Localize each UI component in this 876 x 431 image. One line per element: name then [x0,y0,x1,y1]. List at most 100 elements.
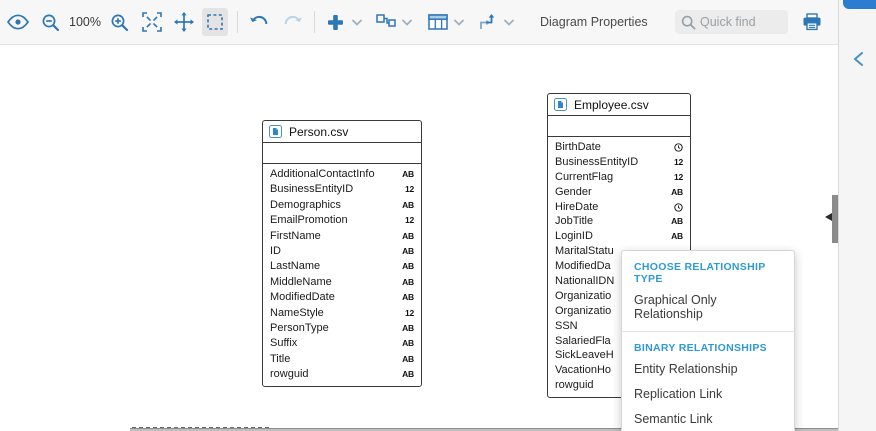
attribute-row[interactable]: AdditionalContactInfoAB [263,167,421,182]
attribute-type: AB [402,336,414,351]
quick-find-input[interactable] [700,15,780,29]
attribute-name: HireDate [555,200,598,215]
entity-header[interactable]: Employee.csv [548,94,690,116]
attribute-name: BusinessEntityID [270,182,353,197]
print-icon[interactable] [800,8,824,36]
details-tab[interactable]: Details [850,78,876,123]
attribute-type: AB [402,198,414,213]
entity-person[interactable]: Person.csv AdditionalContactInfoABBusine… [262,120,422,387]
menu-section-header: BINARY RELATIONSHIPS [622,336,794,357]
attribute-row[interactable]: MiddleName AB [263,275,421,290]
toolbar: 100% [0,0,838,45]
swap-arrows-icon[interactable] [476,8,500,36]
menu-item[interactable]: Entity Relationship [622,357,794,382]
attribute-type: AB [402,167,414,182]
table-view-icon[interactable] [426,8,450,36]
attribute-row[interactable]: ModifiedDateAB [263,290,421,305]
attribute-type: AB [402,259,414,274]
search-icon [681,15,696,30]
swap-chevron-down-icon[interactable] [504,19,514,26]
attribute-name: Organizatio [555,289,611,304]
chevron-left-icon [853,52,864,66]
marquee-select-icon[interactable] [202,8,228,36]
diagram-properties-button[interactable]: Diagram Properties [540,15,648,29]
attribute-row[interactable]: BusinessEntityID 12 [548,155,690,170]
attribute-name: EmailPromotion [270,213,348,228]
collapse-panel-button[interactable] [839,52,876,66]
attribute-row[interactable]: ID AB [263,244,421,259]
attribute-row[interactable]: LoginIDAB [548,229,690,244]
details-panel: Details [838,0,876,431]
attribute-name: MiddleName [270,275,332,290]
toolbar-separator [314,11,315,33]
app-window: 100% [0,0,876,431]
vertical-scrollbar-thumb[interactable] [832,195,838,243]
attribute-name: ID [270,244,281,259]
attribute-row[interactable]: CurrentFlag12 [548,170,690,185]
undo-icon[interactable] [247,8,271,36]
layout-icon[interactable] [374,8,398,36]
menu-item[interactable]: Graphical Only Relationship [622,288,794,327]
fit-to-window-icon[interactable] [140,8,164,36]
attribute-name: Organizatio [555,304,611,319]
attribute-name: LastName [270,259,320,274]
menu-item[interactable]: Replication Link [622,382,794,407]
attribute-name: Suffix [270,336,297,351]
attribute-type: 12 [405,213,414,228]
attribute-row[interactable]: EmailPromotion 12 [263,213,421,228]
clock-icon [674,143,683,152]
attribute-row[interactable]: PersonTypeAB [263,321,421,336]
attribute-row[interactable]: Demographics AB [263,198,421,213]
attribute-row[interactable]: BirthDate [548,140,690,155]
attribute-row[interactable]: BusinessEntityID 12 [263,182,421,197]
attribute-row[interactable]: NameStyle12 [263,306,421,321]
pan-icon[interactable] [172,8,196,36]
add-icon[interactable] [324,8,348,36]
attribute-name: ModifiedDa [555,259,611,274]
attribute-row[interactable]: FirstName AB [263,229,421,244]
attribute-row[interactable]: HireDate [548,200,690,215]
attribute-name: rowguid [555,378,594,393]
entity-title: Person.csv [289,125,348,139]
zoom-in-icon[interactable] [108,8,132,36]
attribute-row[interactable]: Suffix AB [263,336,421,351]
attribute-row[interactable]: JobTitle AB [548,214,690,229]
attribute-type: AB [402,321,414,336]
add-chevron-down-icon[interactable] [352,19,362,26]
attribute-name: JobTitle [555,214,593,229]
attribute-row[interactable]: TitleAB [263,352,421,367]
attribute-type: 12 [405,182,414,197]
redo-icon[interactable] [281,8,305,36]
attribute-type: AB [402,290,414,305]
attribute-name: BusinessEntityID [555,155,638,170]
attribute-row[interactable]: GenderAB [548,185,690,200]
layout-chevron-down-icon[interactable] [402,19,412,26]
entity-title: Employee.csv [574,98,649,112]
quick-find[interactable] [675,10,788,34]
attribute-name: CurrentFlag [555,170,613,185]
attribute-type: AB [671,214,683,229]
menu-separator [622,331,794,332]
attribute-name: BirthDate [555,140,601,155]
attribute-type: AB [402,244,414,259]
attribute-name: VacationHo [555,363,611,378]
attribute-row[interactable]: rowguidAB [263,367,421,382]
collapse-arrow-icon[interactable] [825,213,832,221]
diagram-canvas[interactable]: Person.csv AdditionalContactInfoABBusine… [0,45,838,431]
attribute-name: rowguid [270,367,309,382]
attribute-name: SalariedFla [555,334,611,349]
attribute-type: AB [402,275,414,290]
menu-section-header: CHOOSE RELATIONSHIP TYPE [622,255,794,288]
attribute-name: NationalIDN [555,274,614,289]
table-chevron-down-icon[interactable] [454,19,464,26]
attribute-type: AB [402,229,414,244]
menu-item[interactable]: Semantic Link [622,407,794,431]
attribute-name: FirstName [270,229,321,244]
attribute-row[interactable]: LastName AB [263,259,421,274]
attribute-name: SickLeaveH [555,348,614,363]
attribute-type: 12 [674,155,683,170]
eye-icon[interactable] [6,8,30,36]
attribute-name: Demographics [270,198,341,213]
entity-header[interactable]: Person.csv [263,121,421,143]
zoom-out-icon[interactable] [38,8,62,36]
